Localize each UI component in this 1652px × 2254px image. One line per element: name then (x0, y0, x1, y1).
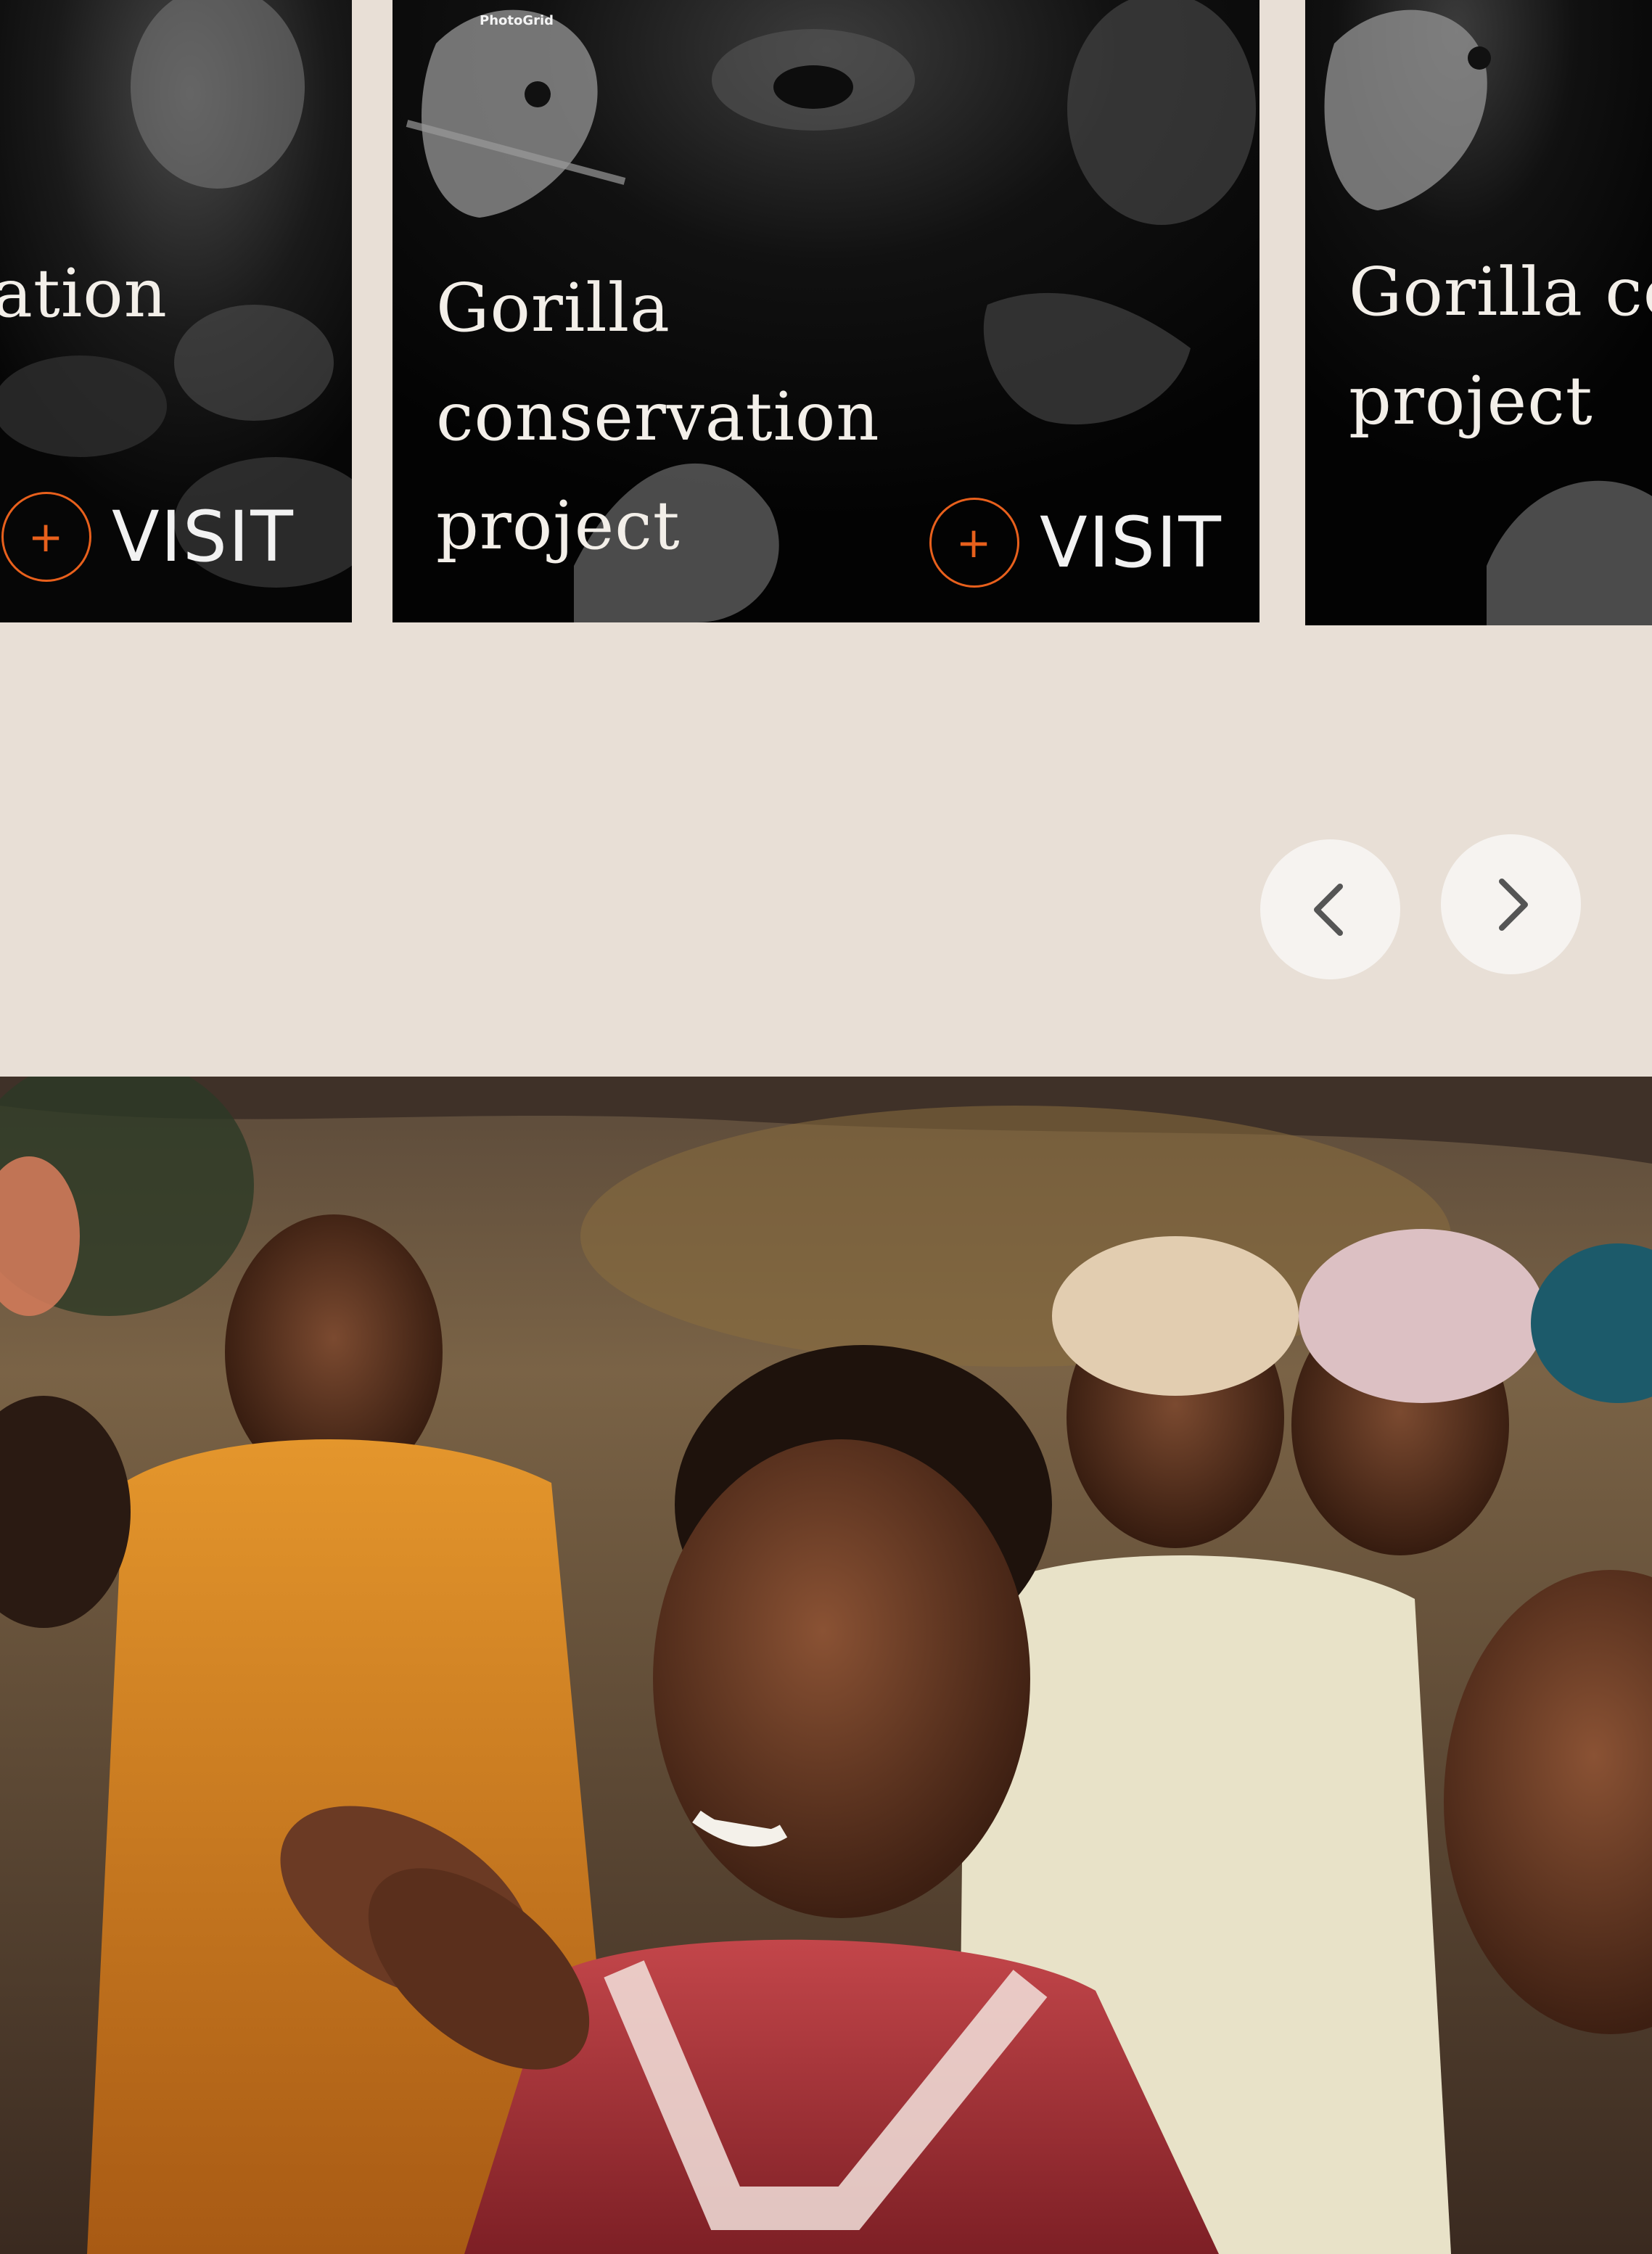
visit-button[interactable]: + VISIT (929, 498, 1222, 588)
project-card[interactable]: Gorilla co project (1305, 0, 1652, 625)
photo-illustration (0, 1077, 1652, 2254)
visit-label: VISIT (1040, 502, 1222, 583)
community-photo (0, 1077, 1652, 2254)
visit-button[interactable]: + VISIT (1, 492, 295, 582)
chevron-right-icon (1498, 878, 1528, 931)
project-carousel: ation + VISIT PhotoGrid Gorilla conserva… (0, 0, 1652, 1077)
plus-icon: + (1, 492, 91, 582)
project-card[interactable]: ation + VISIT (0, 0, 352, 622)
chevron-left-icon (1313, 883, 1343, 936)
watermark: PhotoGrid (480, 13, 554, 28)
visit-label: VISIT (112, 496, 295, 577)
card-title: ation (0, 255, 168, 332)
card-title: Gorilla co project (1349, 253, 1652, 440)
next-button[interactable] (1441, 834, 1581, 974)
plus-icon: + (929, 498, 1019, 588)
project-card[interactable]: PhotoGrid Gorilla conservation project +… (393, 0, 1259, 622)
prev-button[interactable] (1260, 839, 1400, 979)
